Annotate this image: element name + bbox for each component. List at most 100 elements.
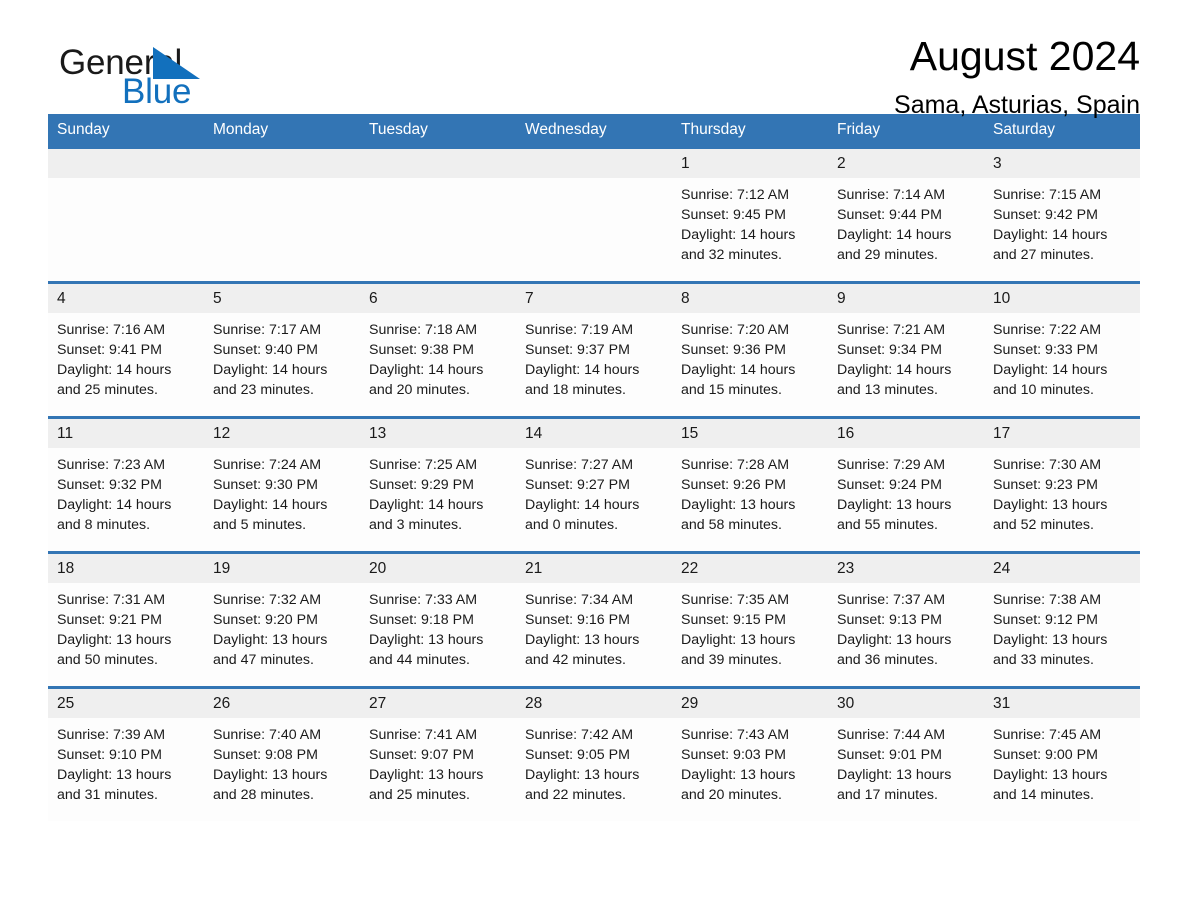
day-sunset-text: Sunset: 9:20 PM	[213, 612, 318, 628]
calendar-day-cell[interactable]: 28 Sunrise: 7:42 AM Sunset: 9:05 PM Dayligh…	[516, 686, 672, 821]
day-daylight-2-text: and 25 minutes.	[57, 382, 158, 398]
calendar-day-cell[interactable]: 24 Sunrise: 7:38 AM Sunset: 9:12 PM Dayligh…	[984, 551, 1140, 688]
day-daylight-2-text: and 18 minutes.	[525, 382, 626, 398]
calendar-day-cell[interactable]: 3 Sunrise: 7:15 AM Sunset: 9:42 PM Daylight…	[984, 146, 1140, 283]
calendar-day-cell[interactable]: 25 Sunrise: 7:39 AM Sunset: 9:10 PM Dayligh…	[48, 686, 204, 821]
calendar-day-cell[interactable]: 27 Sunrise: 7:41 AM Sunset: 9:07 PM Dayligh…	[360, 686, 516, 821]
day-daylight-1-text: Daylight: 14 hours	[213, 362, 328, 378]
calendar-day-cell[interactable]: 1 Sunrise: 7:12 AM Sunset: 9:45 PM Daylight…	[672, 146, 828, 283]
day-sunset-text: Sunset: 9:13 PM	[837, 612, 942, 628]
day-details: Sunrise: 7:33 AM Sunset: 9:18 PM Daylight:…	[360, 583, 516, 670]
calendar-day-cell[interactable]: 10 Sunrise: 7:22 AM Sunset: 9:33 PM Dayligh…	[984, 281, 1140, 418]
calendar-day-cell[interactable]: 31 Sunrise: 7:45 AM Sunset: 9:00 PM Dayligh…	[984, 686, 1140, 821]
calendar-day-cell[interactable]: 14 Sunrise: 7:27 AM Sunset: 9:27 PM Dayligh…	[516, 416, 672, 553]
day-sunset-text: Sunset: 9:33 PM	[993, 342, 1098, 358]
day-number: 8	[672, 284, 828, 313]
day-details: Sunrise: 7:34 AM Sunset: 9:16 PM Daylight:…	[516, 583, 672, 670]
day-daylight-2-text: and 52 minutes.	[993, 517, 1094, 533]
calendar-day-cell[interactable]: 18 Sunrise: 7:31 AM Sunset: 9:21 PM Dayligh…	[48, 551, 204, 688]
day-sunrise-text: Sunrise: 7:19 AM	[525, 322, 634, 338]
day-daylight-2-text: and 3 minutes.	[369, 517, 463, 533]
day-details: Sunrise: 7:20 AM Sunset: 9:36 PM Daylight:…	[672, 313, 828, 400]
day-details: Sunrise: 7:29 AM Sunset: 9:24 PM Daylight:…	[828, 448, 984, 535]
day-sunset-text: Sunset: 9:41 PM	[57, 342, 162, 358]
day-daylight-2-text: and 15 minutes.	[681, 382, 782, 398]
calendar-day-cell[interactable]: 21 Sunrise: 7:34 AM Sunset: 9:16 PM Dayligh…	[516, 551, 672, 688]
calendar-day-cell[interactable]: 15 Sunrise: 7:28 AM Sunset: 9:26 PM Dayligh…	[672, 416, 828, 553]
day-sunrise-text: Sunrise: 7:39 AM	[57, 727, 166, 743]
calendar-day-cell[interactable]: 9 Sunrise: 7:21 AM Sunset: 9:34 PM Daylight…	[828, 281, 984, 418]
calendar-day-cell[interactable]: 16 Sunrise: 7:29 AM Sunset: 9:24 PM Dayligh…	[828, 416, 984, 553]
day-sunrise-text: Sunrise: 7:25 AM	[369, 457, 478, 473]
day-number: 12	[204, 419, 360, 448]
calendar-day-cell[interactable]: 17 Sunrise: 7:30 AM Sunset: 9:23 PM Dayligh…	[984, 416, 1140, 553]
day-daylight-1-text: Daylight: 13 hours	[993, 767, 1108, 783]
day-details: Sunrise: 7:19 AM Sunset: 9:37 PM Daylight:…	[516, 313, 672, 400]
day-number: 1	[672, 149, 828, 178]
day-daylight-1-text: Daylight: 13 hours	[525, 767, 640, 783]
calendar-day-cell[interactable]: 7 Sunrise: 7:19 AM Sunset: 9:37 PM Daylight…	[516, 281, 672, 418]
day-number: 6	[360, 284, 516, 313]
day-daylight-2-text: and 25 minutes.	[369, 787, 470, 803]
calendar-cell-empty	[204, 146, 360, 283]
day-sunrise-text: Sunrise: 7:43 AM	[681, 727, 790, 743]
calendar-day-cell[interactable]: 5 Sunrise: 7:17 AM Sunset: 9:40 PM Daylight…	[204, 281, 360, 418]
calendar-day-cell[interactable]: 6 Sunrise: 7:18 AM Sunset: 9:38 PM Daylight…	[360, 281, 516, 418]
day-sunrise-text: Sunrise: 7:38 AM	[993, 592, 1102, 608]
day-sunset-text: Sunset: 9:45 PM	[681, 207, 786, 223]
day-daylight-1-text: Daylight: 14 hours	[837, 227, 952, 243]
calendar-day-cell[interactable]: 4 Sunrise: 7:16 AM Sunset: 9:41 PM Daylight…	[48, 281, 204, 418]
day-sunset-text: Sunset: 9:38 PM	[369, 342, 474, 358]
day-number: 21	[516, 554, 672, 583]
calendar-day-cell[interactable]: 12 Sunrise: 7:24 AM Sunset: 9:30 PM Dayligh…	[204, 416, 360, 553]
day-details: Sunrise: 7:16 AM Sunset: 9:41 PM Daylight:…	[48, 313, 204, 400]
calendar-day-cell[interactable]: 2 Sunrise: 7:14 AM Sunset: 9:44 PM Daylight…	[828, 146, 984, 283]
day-number: 7	[516, 284, 672, 313]
day-sunset-text: Sunset: 9:42 PM	[993, 207, 1098, 223]
day-sunrise-text: Sunrise: 7:12 AM	[681, 187, 790, 203]
page-subtitle: Sama, Asturias, Spain	[894, 91, 1140, 119]
brand-logo[interactable]: General Blue	[48, 44, 308, 114]
day-daylight-1-text: Daylight: 13 hours	[525, 632, 640, 648]
day-number: 3	[984, 149, 1140, 178]
calendar-day-cell[interactable]: 23 Sunrise: 7:37 AM Sunset: 9:13 PM Dayligh…	[828, 551, 984, 688]
day-sunset-text: Sunset: 9:12 PM	[993, 612, 1098, 628]
calendar-day-cell[interactable]: 13 Sunrise: 7:25 AM Sunset: 9:29 PM Dayligh…	[360, 416, 516, 553]
calendar-day-cell[interactable]: 29 Sunrise: 7:43 AM Sunset: 9:03 PM Dayligh…	[672, 686, 828, 821]
day-sunrise-text: Sunrise: 7:42 AM	[525, 727, 634, 743]
calendar-day-cell[interactable]: 20 Sunrise: 7:33 AM Sunset: 9:18 PM Dayligh…	[360, 551, 516, 688]
day-number: 30	[828, 689, 984, 718]
day-daylight-2-text: and 58 minutes.	[681, 517, 782, 533]
calendar-day-cell[interactable]: 22 Sunrise: 7:35 AM Sunset: 9:15 PM Dayligh…	[672, 551, 828, 688]
day-sunrise-text: Sunrise: 7:34 AM	[525, 592, 634, 608]
day-sunrise-text: Sunrise: 7:41 AM	[369, 727, 478, 743]
calendar-day-cell[interactable]: 30 Sunrise: 7:44 AM Sunset: 9:01 PM Dayligh…	[828, 686, 984, 821]
day-details: Sunrise: 7:30 AM Sunset: 9:23 PM Daylight:…	[984, 448, 1140, 535]
day-daylight-2-text: and 29 minutes.	[837, 247, 938, 263]
day-sunrise-text: Sunrise: 7:33 AM	[369, 592, 478, 608]
day-daylight-1-text: Daylight: 14 hours	[681, 227, 796, 243]
calendar-day-cell[interactable]: 19 Sunrise: 7:32 AM Sunset: 9:20 PM Dayligh…	[204, 551, 360, 688]
calendar-day-cell[interactable]: 8 Sunrise: 7:20 AM Sunset: 9:36 PM Daylight…	[672, 281, 828, 418]
day-daylight-1-text: Daylight: 14 hours	[57, 362, 172, 378]
day-number: 28	[516, 689, 672, 718]
day-sunrise-text: Sunrise: 7:28 AM	[681, 457, 790, 473]
day-daylight-2-text: and 22 minutes.	[525, 787, 626, 803]
day-sunrise-text: Sunrise: 7:16 AM	[57, 322, 166, 338]
day-daylight-1-text: Daylight: 14 hours	[681, 362, 796, 378]
day-number: 11	[48, 419, 204, 448]
weekday-header-wednesday: Wednesday	[516, 114, 672, 148]
day-number: 15	[672, 419, 828, 448]
day-number: 9	[828, 284, 984, 313]
calendar-week-row: 18 Sunrise: 7:31 AM Sunset: 9:21 PM Dayligh…	[48, 551, 1140, 688]
title-block: August 2024 Sama, Asturias, Spain	[894, 32, 1140, 122]
day-sunset-text: Sunset: 9:36 PM	[681, 342, 786, 358]
day-daylight-1-text: Daylight: 13 hours	[681, 767, 796, 783]
page-header: General Blue August 2024 Sama, Asturias,…	[48, 0, 1140, 119]
calendar-day-cell[interactable]: 26 Sunrise: 7:40 AM Sunset: 9:08 PM Dayligh…	[204, 686, 360, 821]
day-sunset-text: Sunset: 9:27 PM	[525, 477, 630, 493]
day-sunset-text: Sunset: 9:37 PM	[525, 342, 630, 358]
day-details: Sunrise: 7:14 AM Sunset: 9:44 PM Daylight:…	[828, 178, 984, 265]
calendar-day-cell[interactable]: 11 Sunrise: 7:23 AM Sunset: 9:32 PM Dayligh…	[48, 416, 204, 553]
day-sunset-text: Sunset: 9:44 PM	[837, 207, 942, 223]
